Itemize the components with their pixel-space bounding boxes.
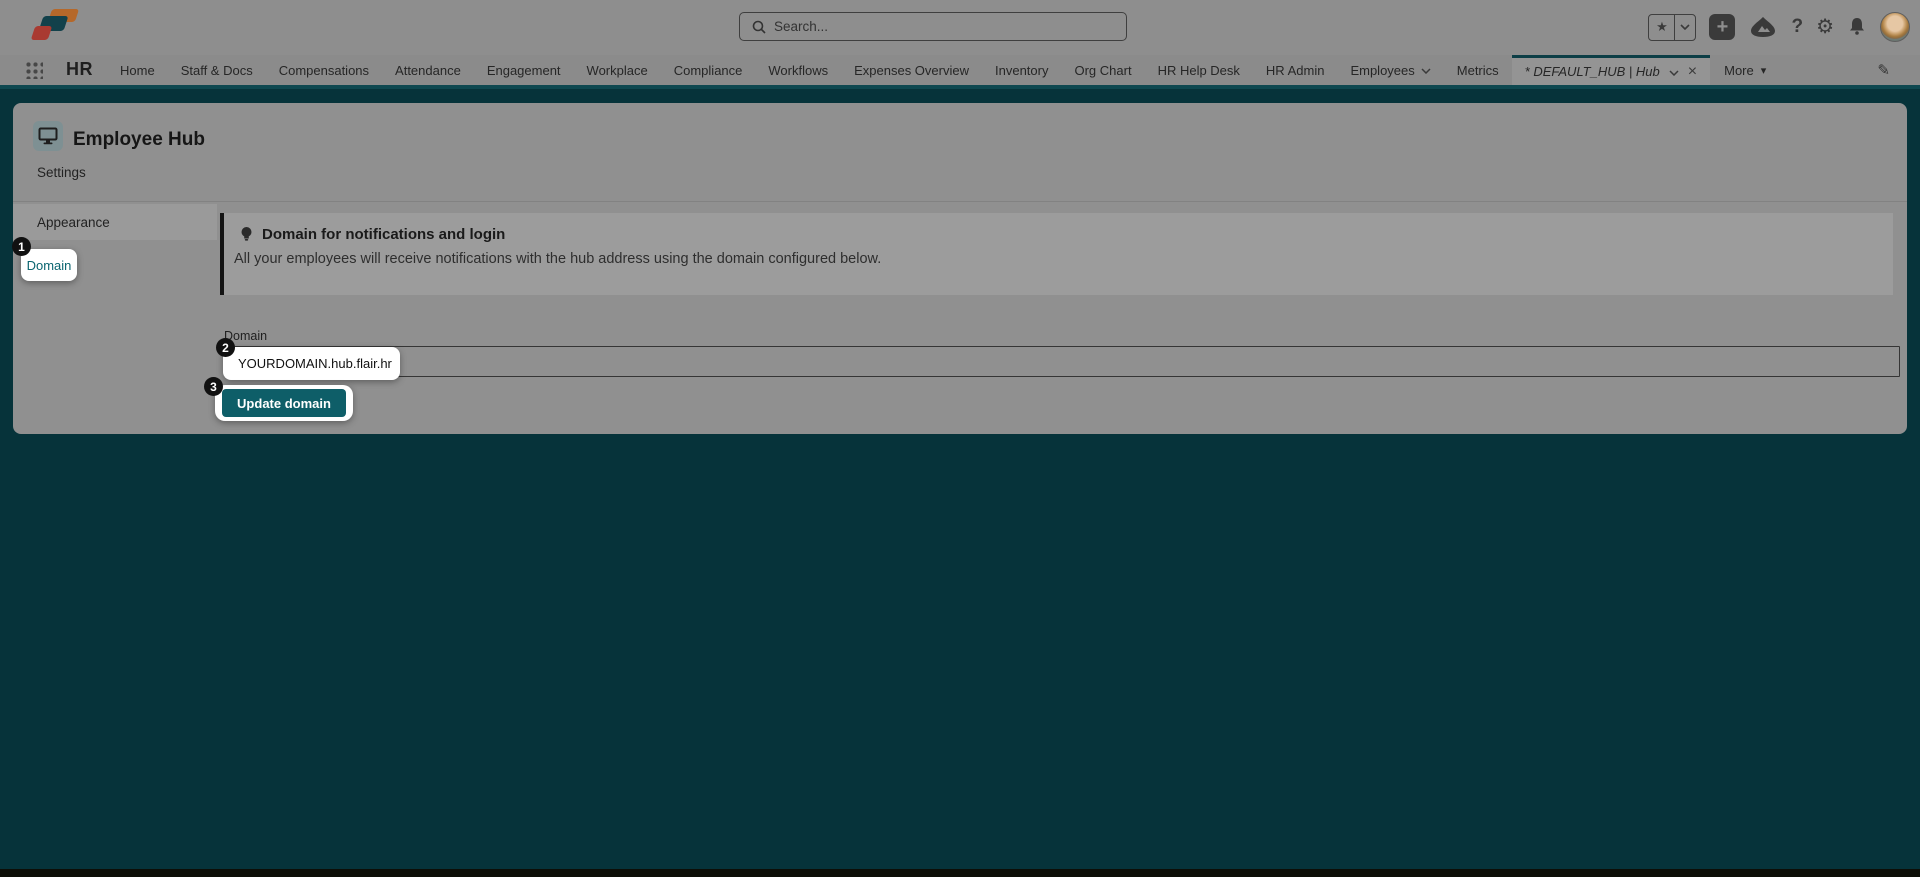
nav-tab-engagement[interactable]: Engagement xyxy=(474,55,574,85)
step-badge-1: 1 xyxy=(12,237,31,256)
app-name: HR xyxy=(66,59,93,85)
nav-tab-label: Compensations xyxy=(279,63,369,78)
nav-tab-label: Attendance xyxy=(395,63,461,78)
nav-tab-org-chart[interactable]: Org Chart xyxy=(1061,55,1144,85)
global-search-input[interactable]: Search... xyxy=(739,12,1127,41)
nav-tab-label: Inventory xyxy=(995,63,1048,78)
domain-info-box: Domain for notifications and login All y… xyxy=(220,213,1893,295)
domain-input-highlight[interactable]: YOURDOMAIN.hub.flair.hr xyxy=(223,347,400,380)
nav-tab-label: Metrics xyxy=(1457,63,1499,78)
favorites-dropdown-icon[interactable] xyxy=(1675,15,1695,40)
sidebar-item-label: Appearance xyxy=(37,215,110,230)
info-box-description: All your employees will receive notifica… xyxy=(234,251,1893,267)
info-box-title-row: Domain for notifications and login xyxy=(234,226,1893,243)
nav-tab-employees[interactable]: Employees xyxy=(1337,55,1443,85)
nav-tab-compliance[interactable]: Compliance xyxy=(661,55,756,85)
card-divider xyxy=(13,201,1907,202)
nav-tab-label: HR Admin xyxy=(1266,63,1325,78)
sidebar-item-appearance[interactable]: Appearance xyxy=(13,204,217,240)
nav-tab-compensations[interactable]: Compensations xyxy=(266,55,382,85)
update-domain-highlight: Update domain xyxy=(215,385,353,421)
more-label: More xyxy=(1724,63,1754,78)
sidebar-item-domain[interactable]: Domain xyxy=(21,249,77,281)
search-placeholder: Search... xyxy=(774,19,828,34)
sidebar-item-label: Domain xyxy=(27,258,72,273)
global-actions-icon[interactable]: + xyxy=(1709,14,1735,40)
nav-tab-metrics[interactable]: Metrics xyxy=(1444,55,1512,85)
step-badge-3: 3 xyxy=(204,377,223,396)
app-navigation-bar: HR Home Staff & Docs Compensations Attendan… xyxy=(0,55,1920,89)
lightbulb-icon xyxy=(240,226,253,243)
bottom-dark-strip xyxy=(0,869,1920,877)
user-avatar[interactable] xyxy=(1880,12,1910,42)
monitor-icon xyxy=(38,127,58,145)
update-domain-button[interactable]: Update domain xyxy=(222,389,346,417)
nav-tab-workflows[interactable]: Workflows xyxy=(755,55,841,85)
global-header: Search... ★ + ? ⚙ xyxy=(0,0,1920,55)
nav-tab-label: Workplace xyxy=(587,63,648,78)
tutorial-screenshot-canvas: Search... ★ + ? ⚙ xyxy=(0,0,1920,877)
nav-tab-active-default-hub[interactable]: * DEFAULT_HUB | Hub × xyxy=(1512,55,1710,85)
nav-tab-label: Expenses Overview xyxy=(854,63,969,78)
nav-tab-label: Org Chart xyxy=(1074,63,1131,78)
nav-tab-home[interactable]: Home xyxy=(107,55,168,85)
nav-tab-staff-docs[interactable]: Staff & Docs xyxy=(168,55,266,85)
nav-tab-attendance[interactable]: Attendance xyxy=(382,55,474,85)
nav-tab-inventory[interactable]: Inventory xyxy=(982,55,1061,85)
app-launcher-icon[interactable] xyxy=(25,61,43,79)
notifications-bell-icon[interactable] xyxy=(1847,16,1867,38)
more-caret-icon: ▾ xyxy=(1761,64,1767,77)
info-box-title: Domain for notifications and login xyxy=(262,226,505,243)
nav-tab-label: Workflows xyxy=(768,63,828,78)
favorites-star-icon[interactable]: ★ xyxy=(1649,15,1675,40)
domain-input[interactable] xyxy=(224,346,1900,377)
trailhead-icon[interactable] xyxy=(1748,15,1778,39)
nav-tab-expenses-overview[interactable]: Expenses Overview xyxy=(841,55,982,85)
active-tab-label: * DEFAULT_HUB | Hub xyxy=(1525,64,1660,79)
nav-tab-hr-help-desk[interactable]: HR Help Desk xyxy=(1145,55,1253,85)
chevron-down-icon[interactable] xyxy=(1421,68,1431,74)
header-utility-icons: ★ + ? ⚙ xyxy=(1648,12,1910,42)
nav-more-menu[interactable]: More ▾ xyxy=(1710,55,1780,85)
page-title: Employee Hub xyxy=(73,129,205,151)
nav-tab-label: Compliance xyxy=(674,63,743,78)
employee-hub-settings-card: Employee Hub Settings Appearance Domain … xyxy=(13,103,1907,434)
setup-gear-icon[interactable]: ⚙ xyxy=(1816,17,1834,37)
domain-input-value: YOURDOMAIN.hub.flair.hr xyxy=(238,356,392,371)
nav-tab-label: Staff & Docs xyxy=(181,63,253,78)
help-icon[interactable]: ? xyxy=(1791,16,1803,38)
favorites-control: ★ xyxy=(1648,14,1696,41)
flair-logo-red-shape xyxy=(31,26,53,40)
nav-tab-label: Engagement xyxy=(487,63,561,78)
nav-tab-hr-admin[interactable]: HR Admin xyxy=(1253,55,1338,85)
nav-tabs: Home Staff & Docs Compensations Attendance E… xyxy=(107,55,1512,85)
chevron-down-icon[interactable] xyxy=(1669,70,1679,76)
nav-tab-label: Home xyxy=(120,63,155,78)
employee-hub-icon xyxy=(33,121,63,151)
nav-tab-label: Employees xyxy=(1350,63,1414,78)
search-icon xyxy=(752,20,766,34)
flair-logo xyxy=(33,8,79,41)
step-badge-2: 2 xyxy=(216,338,235,357)
nav-tab-workplace[interactable]: Workplace xyxy=(574,55,661,85)
edit-navigation-pencil-icon[interactable]: ✎ xyxy=(1877,55,1890,85)
close-tab-icon[interactable]: × xyxy=(1688,63,1697,81)
nav-tab-label: HR Help Desk xyxy=(1158,63,1240,78)
settings-tab-label[interactable]: Settings xyxy=(37,165,86,180)
